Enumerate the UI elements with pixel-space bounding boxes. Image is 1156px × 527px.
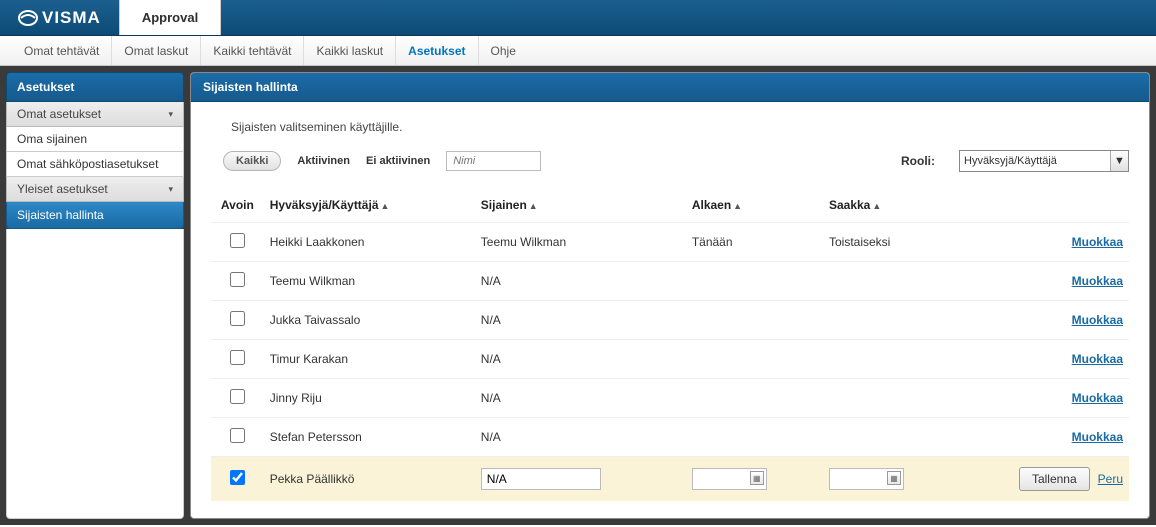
dropdown-caret-icon: ▼ — [1110, 151, 1128, 171]
table-row: Heikki LaakkonenTeemu WilkmanTänäänToist… — [211, 223, 1129, 262]
table-row: Timur KarakanN/A Muokkaa — [211, 340, 1129, 379]
cell-alkaen — [686, 418, 823, 457]
table-row: Stefan PeterssonN/A Muokkaa — [211, 418, 1129, 457]
row-open-checkbox[interactable] — [230, 272, 245, 287]
cell-sijainen: N/A — [475, 301, 686, 340]
table-row: Jinny RijuN/A Muokkaa — [211, 379, 1129, 418]
filter-inactive-option[interactable]: Ei aktiivinen — [366, 155, 430, 167]
sijainen-input[interactable] — [481, 468, 601, 490]
sub-navigation: Omat tehtävät Omat laskut Kaikki tehtävä… — [0, 36, 1156, 66]
cell-saakka — [823, 262, 939, 301]
edit-link[interactable]: Muokkaa — [1072, 235, 1123, 249]
sidebar-empty-area — [6, 229, 184, 519]
col-header-saakka[interactable]: Saakka▲ — [823, 190, 939, 223]
nav-omat-tehtavat[interactable]: Omat tehtävät — [12, 36, 112, 65]
cell-saakka: Toistaiseksi — [823, 223, 939, 262]
sort-arrow-icon: ▲ — [529, 201, 538, 211]
cell-sijainen: Teemu Wilkman — [475, 223, 686, 262]
chevron-down-icon: ▾ — [168, 184, 173, 195]
cell-approver: Stefan Petersson — [264, 418, 475, 457]
main-area: Asetukset Omat asetukset▾ Oma sijainen O… — [0, 66, 1156, 525]
cell-alkaen — [686, 379, 823, 418]
name-filter-input[interactable] — [446, 151, 541, 171]
row-open-checkbox[interactable] — [230, 233, 245, 248]
cell-alkaen — [686, 301, 823, 340]
edit-link[interactable]: Muokkaa — [1072, 274, 1123, 288]
sidebar: Asetukset Omat asetukset▾ Oma sijainen O… — [6, 72, 184, 519]
sidebar-item-sijaisten-hallinta[interactable]: Sijaisten hallinta — [6, 202, 184, 229]
nav-ohje[interactable]: Ohje — [479, 36, 528, 65]
row-open-checkbox[interactable] — [230, 311, 245, 326]
cell-approver: Pekka Päällikkö — [264, 457, 475, 502]
edit-link[interactable]: Muokkaa — [1072, 430, 1123, 444]
cell-alkaen: Tänään — [686, 223, 823, 262]
sidebar-section-omat-asetukset[interactable]: Omat asetukset▾ — [6, 102, 184, 127]
filter-all-button[interactable]: Kaikki — [223, 151, 281, 171]
cell-approver: Jinny Riju — [264, 379, 475, 418]
chevron-down-icon: ▾ — [168, 109, 173, 120]
sort-arrow-icon: ▲ — [872, 201, 881, 211]
table-row: Jukka TaivassaloN/A Muokkaa — [211, 301, 1129, 340]
sidebar-section-yleiset-asetukset[interactable]: Yleiset asetukset▾ — [6, 177, 184, 202]
substitutes-table: Avoin Hyväksyjä/Käyttäjä▲ Sijainen▲ Alka… — [211, 190, 1129, 501]
panel-title: Sijaisten hallinta — [191, 73, 1149, 102]
role-select[interactable]: Hyväksyjä/Käyttäjä ▼ — [959, 150, 1129, 172]
cell-alkaen — [686, 340, 823, 379]
cell-sijainen: N/A — [475, 340, 686, 379]
cell-sijainen: N/A — [475, 418, 686, 457]
cell-alkaen — [686, 262, 823, 301]
cell-saakka — [823, 418, 939, 457]
nav-asetukset[interactable]: Asetukset — [396, 36, 478, 65]
panel-description: Sijaisten valitseminen käyttäjille. — [231, 120, 1129, 134]
cell-approver: Jukka Taivassalo — [264, 301, 475, 340]
nav-kaikki-laskut[interactable]: Kaikki laskut — [304, 36, 396, 65]
brand-text: VISMA — [42, 8, 101, 28]
edit-link[interactable]: Muokkaa — [1072, 391, 1123, 405]
cell-sijainen: N/A — [475, 262, 686, 301]
sort-arrow-icon: ▲ — [381, 201, 390, 211]
row-open-checkbox[interactable] — [230, 428, 245, 443]
sidebar-title: Asetukset — [6, 72, 184, 102]
table-row: Teemu WilkmanN/A Muokkaa — [211, 262, 1129, 301]
save-button[interactable]: Tallenna — [1019, 467, 1090, 491]
calendar-icon[interactable]: ▦ — [750, 471, 764, 485]
content-panel: Sijaisten hallinta Sijaisten valitsemine… — [190, 72, 1150, 519]
cell-saakka — [823, 340, 939, 379]
col-header-alkaen[interactable]: Alkaen▲ — [686, 190, 823, 223]
filter-toolbar: Kaikki Aktiivinen Ei aktiivinen Rooli: H… — [223, 150, 1129, 172]
filter-active-option[interactable]: Aktiivinen — [297, 155, 350, 167]
sidebar-item-oma-sijainen[interactable]: Oma sijainen — [6, 127, 184, 152]
calendar-icon[interactable]: ▦ — [887, 471, 901, 485]
edit-link[interactable]: Muokkaa — [1072, 352, 1123, 366]
role-label: Rooli: — [901, 154, 935, 168]
col-header-approver[interactable]: Hyväksyjä/Käyttäjä▲ — [264, 190, 475, 223]
panel-body: Sijaisten valitseminen käyttäjille. Kaik… — [191, 102, 1149, 511]
cell-approver: Teemu Wilkman — [264, 262, 475, 301]
cell-saakka — [823, 379, 939, 418]
visma-icon — [18, 10, 38, 26]
nav-omat-laskut[interactable]: Omat laskut — [112, 36, 201, 65]
col-header-sijainen[interactable]: Sijainen▲ — [475, 190, 686, 223]
brand-logo: VISMA — [0, 0, 119, 35]
top-bar: VISMA Approval — [0, 0, 1156, 36]
table-row-editing: Pekka Päällikkö ▦ ▦ Tallenna Peru — [211, 457, 1129, 502]
edit-link[interactable]: Muokkaa — [1072, 313, 1123, 327]
row-open-checkbox[interactable] — [230, 350, 245, 365]
cell-saakka — [823, 301, 939, 340]
col-header-avoin[interactable]: Avoin — [211, 190, 264, 223]
cell-approver: Heikki Laakkonen — [264, 223, 475, 262]
sidebar-item-omat-sahkoposti[interactable]: Omat sähköpostiasetukset — [6, 152, 184, 177]
cancel-link[interactable]: Peru — [1098, 472, 1123, 486]
nav-kaikki-tehtavat[interactable]: Kaikki tehtävät — [201, 36, 304, 65]
cell-sijainen: N/A — [475, 379, 686, 418]
row-open-checkbox[interactable] — [230, 389, 245, 404]
module-tab-approval[interactable]: Approval — [119, 0, 221, 35]
cell-approver: Timur Karakan — [264, 340, 475, 379]
row-open-checkbox[interactable] — [230, 470, 245, 485]
sort-arrow-icon: ▲ — [733, 201, 742, 211]
